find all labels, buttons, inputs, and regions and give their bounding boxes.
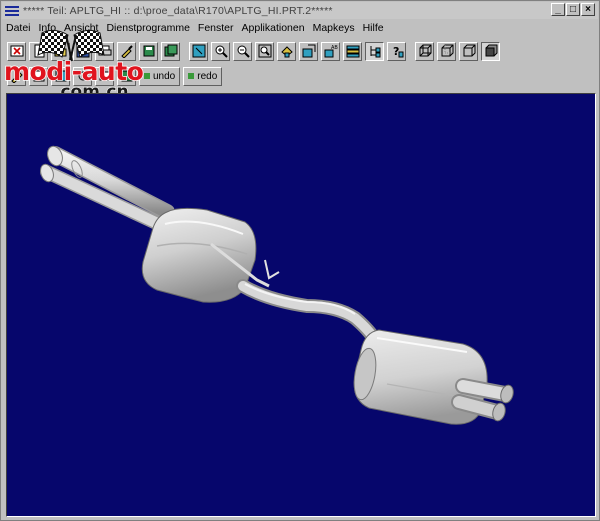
redo-label: redo <box>197 70 218 82</box>
menu-applikationen[interactable]: Applikationen <box>238 22 309 34</box>
save-as-icon <box>164 44 177 57</box>
model-tree-icon <box>370 46 380 58</box>
maximize-button[interactable]: □ <box>566 3 580 16</box>
wireframe-icon <box>419 44 431 57</box>
save-as-button[interactable] <box>161 41 180 61</box>
watermark-logo: modi-auto .com.cn <box>3 27 154 103</box>
zoom-window-icon <box>258 44 271 58</box>
menu-fenster[interactable]: Fenster <box>194 22 238 34</box>
help-icon: ? <box>393 45 403 58</box>
shading-icon <box>485 44 497 57</box>
layers-icon <box>346 45 359 58</box>
zoom-out-button[interactable] <box>233 41 252 61</box>
datum-axes-button[interactable]: AB <box>321 41 340 61</box>
orient-icon <box>280 46 293 58</box>
hidden-line-icon <box>441 44 453 57</box>
app-icon[interactable] <box>5 5 19 17</box>
menu-mapkeys[interactable]: Mapkeys <box>309 22 359 34</box>
redo-button[interactable]: redo <box>183 66 223 86</box>
wireframe-button[interactable] <box>415 41 434 61</box>
datum-planes-icon <box>302 44 315 58</box>
model-tree-button[interactable] <box>365 41 384 61</box>
orient-button[interactable] <box>277 41 296 61</box>
exhaust-model <box>40 145 514 425</box>
graphics-viewport[interactable] <box>6 93 596 517</box>
refit-icon <box>192 44 205 58</box>
menu-hilfe[interactable]: Hilfe <box>359 22 388 34</box>
shading-button[interactable] <box>481 41 500 61</box>
svg-text:AB: AB <box>331 45 338 51</box>
redo-icon <box>188 73 195 79</box>
layers-button[interactable] <box>343 41 362 61</box>
datum-planes-button[interactable] <box>299 41 318 61</box>
zoom-out-icon <box>237 45 250 58</box>
app-window: ***** Teil: APLTG_HI :: d:\proe_data\R17… <box>0 0 600 521</box>
datum-axes-icon: AB <box>324 45 338 58</box>
svg-text:?: ? <box>393 45 399 58</box>
undo-label: undo <box>153 70 176 82</box>
help-button[interactable]: ? <box>387 41 406 61</box>
title-bar[interactable]: ***** Teil: APLTG_HI :: d:\proe_data\R17… <box>2 2 598 19</box>
hidden-line-button[interactable] <box>437 41 456 61</box>
minimize-button[interactable]: _ <box>551 3 565 16</box>
zoom-in-icon <box>215 45 228 58</box>
window-title: ***** Teil: APLTG_HI :: d:\proe_data\R17… <box>23 4 333 17</box>
no-hidden-button[interactable] <box>459 41 478 61</box>
refit-button[interactable] <box>189 41 208 61</box>
middle-pipe <box>236 279 382 347</box>
zoom-in-button[interactable] <box>211 41 230 61</box>
inlet-pipes <box>40 145 175 233</box>
close-button[interactable]: × <box>581 3 595 16</box>
zoom-window-button[interactable] <box>255 41 274 61</box>
no-hidden-icon <box>463 44 475 57</box>
